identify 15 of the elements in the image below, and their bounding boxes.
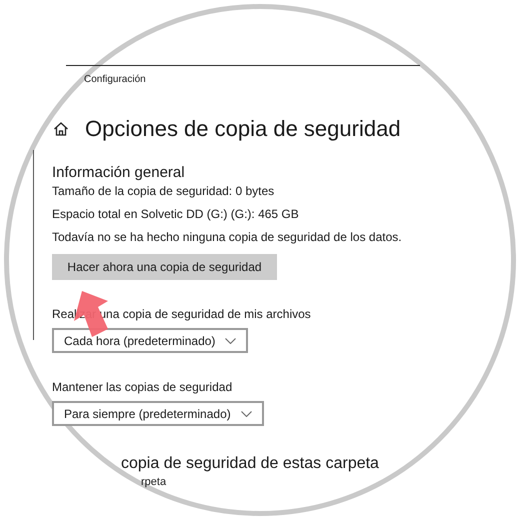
info-text: Todavía no se ha hecho ninguna copia de seguridad de los datos. bbox=[52, 229, 402, 245]
folder-label: rpeta bbox=[141, 476, 166, 489]
info-text: Espacio total en Solvetic DD (G:) (G:): 465 GB bbox=[52, 206, 300, 222]
section-heading: copia de seguridad de estas carpeta bbox=[121, 454, 379, 474]
chevron-icon bbox=[240, 410, 252, 416]
home-icon[interactable] bbox=[53, 121, 69, 137]
section-heading: Información general bbox=[52, 163, 185, 182]
dropdown[interactable]: Para siempre (predeterminado) bbox=[52, 401, 264, 426]
dropdown[interactable]: Cada hora (predeterminado) bbox=[52, 328, 248, 353]
field-label: Mantener las copias de seguridad bbox=[52, 379, 232, 395]
backup-now-button[interactable]: Hacer ahora una copia de seguridad bbox=[52, 254, 277, 280]
page-title: Opciones de copia de seguridad bbox=[85, 115, 401, 143]
window-title: Configuración bbox=[84, 73, 146, 86]
chevron-icon bbox=[225, 338, 236, 344]
info-text: Tamaño de la copia de seguridad: 0 bytes bbox=[52, 183, 276, 199]
